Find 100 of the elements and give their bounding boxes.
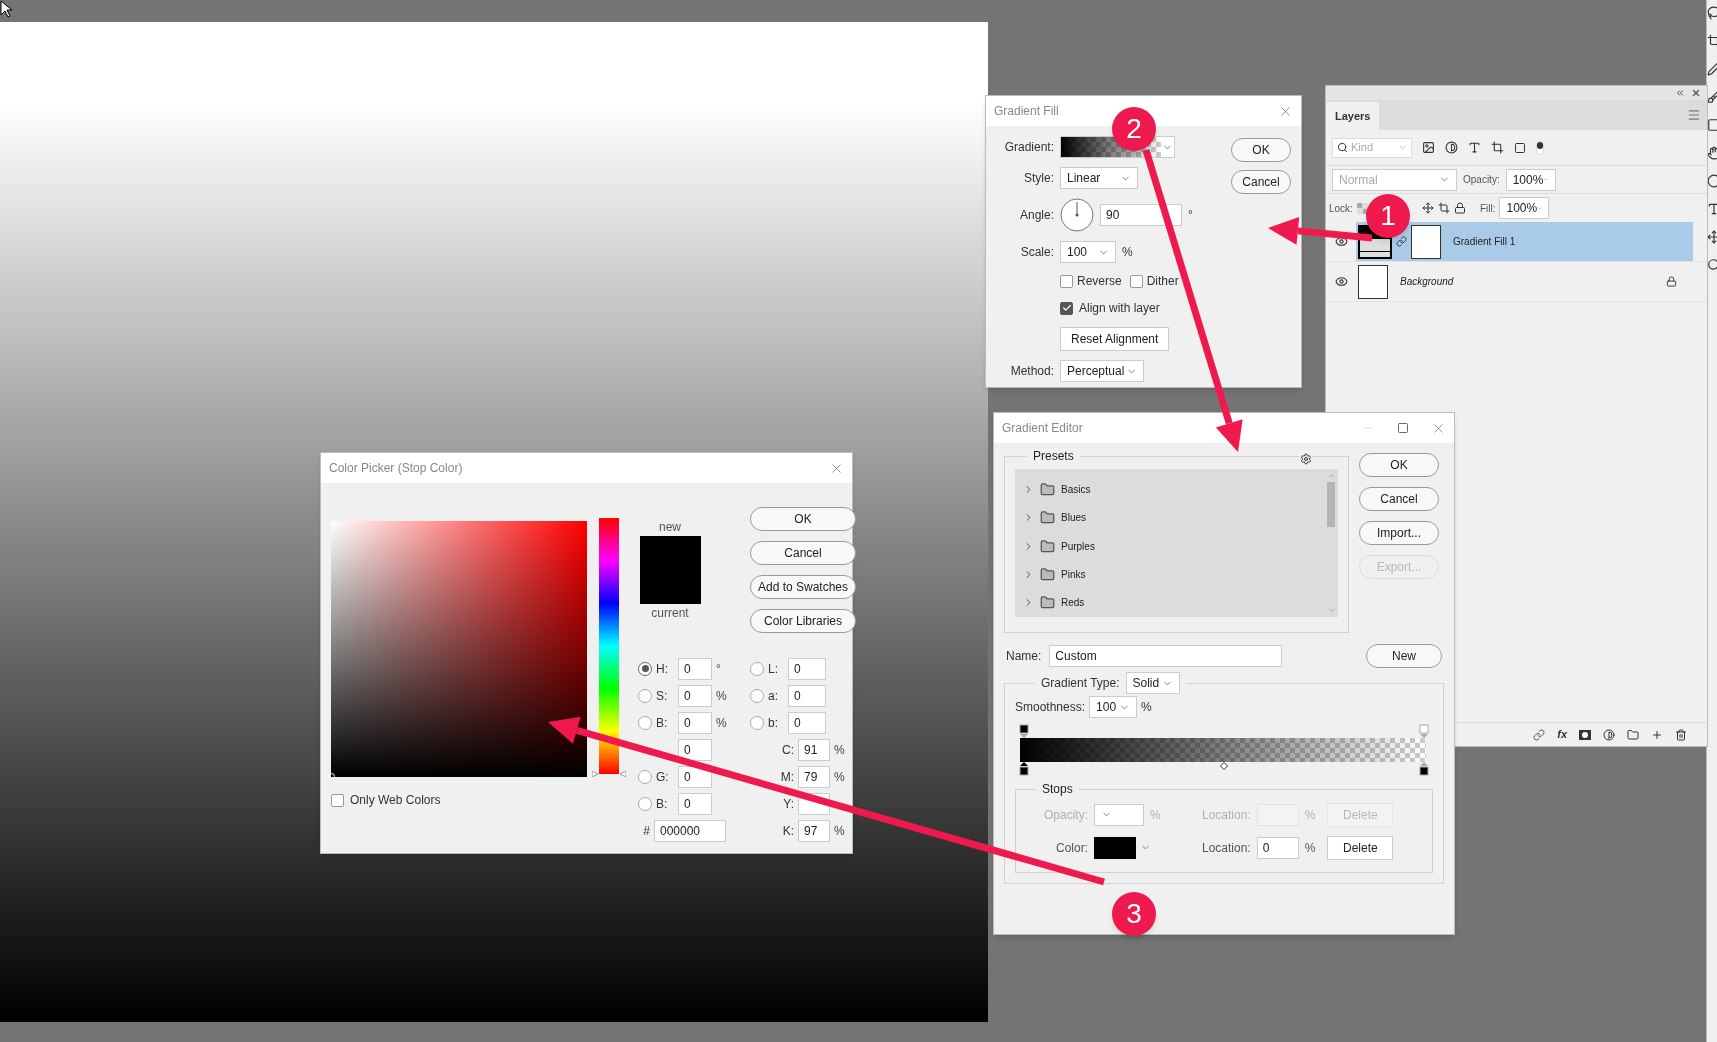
delete-button[interactable]: Delete [1327,835,1394,860]
tool-icon[interactable] [1707,6,1717,20]
layer-thumbnail [1358,264,1388,299]
tool-icon[interactable] [1707,118,1717,132]
adjustment-layer-icon[interactable] [1603,728,1615,741]
link-layers-icon[interactable] [1533,728,1546,741]
mask-icon[interactable] [1579,729,1591,740]
gear-icon[interactable] [1300,453,1312,465]
checkbox[interactable] [331,793,344,807]
tool-icon[interactable] [1707,90,1717,104]
input-field[interactable]: 91 [798,738,830,761]
tool-icon[interactable] [1707,230,1717,244]
hex-field[interactable]: 000000 [654,819,726,842]
dialog-button[interactable]: OK [1231,138,1291,162]
dropdown[interactable]: 100 [1060,241,1116,263]
type-filter-icon[interactable] [1468,141,1481,154]
tool-icon[interactable] [1707,34,1717,48]
radio-button[interactable] [750,661,764,676]
tool-icon[interactable] [1707,258,1717,272]
opacity-field[interactable]: 100% [1505,168,1556,191]
shape-filter-icon[interactable] [1491,141,1504,154]
image-filter-icon[interactable] [1422,141,1435,154]
radio-button[interactable] [638,796,652,811]
scroll-thumb[interactable] [1327,482,1335,527]
input-field[interactable]: 90 [1100,204,1182,226]
input-field[interactable]: 0 [678,711,712,734]
lock-icon[interactable] [1453,202,1466,214]
dialog-button[interactable]: OK [750,507,856,531]
preset-folder[interactable]: Blues [1015,503,1324,532]
input-field[interactable]: 79 [798,765,830,788]
dialog-button[interactable]: Cancel [1359,487,1439,511]
visibility-eye-icon[interactable] [1334,275,1348,288]
input-field[interactable]: 0 [678,738,712,761]
dropdown[interactable]: Perceptual [1060,360,1144,382]
filter-toggle[interactable] [1536,140,1544,155]
input-field[interactable]: 0 [788,711,826,734]
radio-button[interactable] [750,715,764,730]
radio-button[interactable] [638,688,652,703]
dropdown[interactable]: Linear [1060,167,1138,189]
hue-slider[interactable] [592,515,626,777]
input-field[interactable]: 0 [788,684,826,707]
lock-pixels-icon[interactable] [1356,202,1368,214]
preset-folder[interactable]: Pinks [1015,560,1324,589]
move-icon[interactable] [1421,202,1434,214]
field-label: Style: [1023,170,1054,187]
preset-folder[interactable]: Basics [1015,475,1324,504]
dialog-button[interactable]: Cancel [1231,170,1291,194]
panel-tab[interactable]: Layers [1326,102,1380,130]
link-icon[interactable] [1396,236,1407,247]
field-label: G: [656,768,670,786]
folder-icon[interactable] [1627,728,1639,741]
adjustment-filter-icon[interactable] [1445,141,1458,154]
checkbox[interactable] [1060,274,1073,288]
color-stop[interactable] [1019,762,1029,776]
dialog-button[interactable]: Add to Swatches [750,575,856,599]
dropdown[interactable]: Solid [1125,672,1180,694]
input-field[interactable]: 97 [798,819,830,842]
maximize-icon[interactable] [1397,422,1409,434]
input-field[interactable]: 0 [678,792,712,815]
reset-alignment-button[interactable]: Reset Alignment [1060,327,1170,351]
input-field[interactable]: 0 [678,657,712,680]
new-layer-icon[interactable] [1651,728,1663,741]
input-field[interactable]: 0 [788,657,826,680]
dialog-button[interactable]: Import... [1359,521,1439,545]
radio-button[interactable] [750,688,764,703]
dialog-button[interactable]: Color Libraries [750,609,856,633]
tool-icon[interactable] [1707,202,1717,216]
angle-dial[interactable] [1060,198,1094,232]
artboard-icon[interactable] [1437,202,1450,214]
radio-button[interactable] [638,769,652,784]
preset-folder[interactable]: Purples [1015,531,1324,561]
location-field[interactable]: 0 [1256,836,1299,859]
color-stop[interactable] [1419,762,1429,776]
trash-icon[interactable] [1675,728,1687,741]
fx-button[interactable]: fx [1557,726,1567,743]
layer-name[interactable]: Background [1400,274,1454,289]
color-field[interactable] [331,521,587,777]
radio-button[interactable] [638,715,652,730]
fill-field[interactable]: 100% [1499,197,1550,219]
dialog-button[interactable]: Cancel [750,541,856,565]
preset-folder[interactable]: Reds [1015,588,1324,618]
visibility-eye-icon[interactable] [1334,235,1348,248]
checkbox[interactable] [1129,274,1143,288]
unit-label: % [1304,839,1316,857]
checkbox[interactable] [1060,301,1073,315]
collapse-icon[interactable] [1675,88,1685,98]
dialog-button[interactable]: OK [1359,453,1439,477]
name-field[interactable]: Custom [1049,644,1283,667]
radio-button[interactable] [638,661,652,676]
smart-object-filter-icon[interactable] [1514,141,1526,154]
tool-icon[interactable] [1707,174,1717,188]
dialog-button[interactable]: New [1366,644,1442,668]
close-icon[interactable] [1691,88,1701,98]
input-field[interactable]: 0 [678,684,712,707]
tool-icon[interactable] [1707,62,1717,76]
opacity-stop[interactable] [1019,724,1029,738]
slider-handle[interactable] [592,771,626,777]
menu-icon[interactable] [1687,108,1701,122]
layer-name[interactable]: Gradient Fill 1 [1453,234,1516,249]
dropdown[interactable]: 100 [1089,696,1138,718]
